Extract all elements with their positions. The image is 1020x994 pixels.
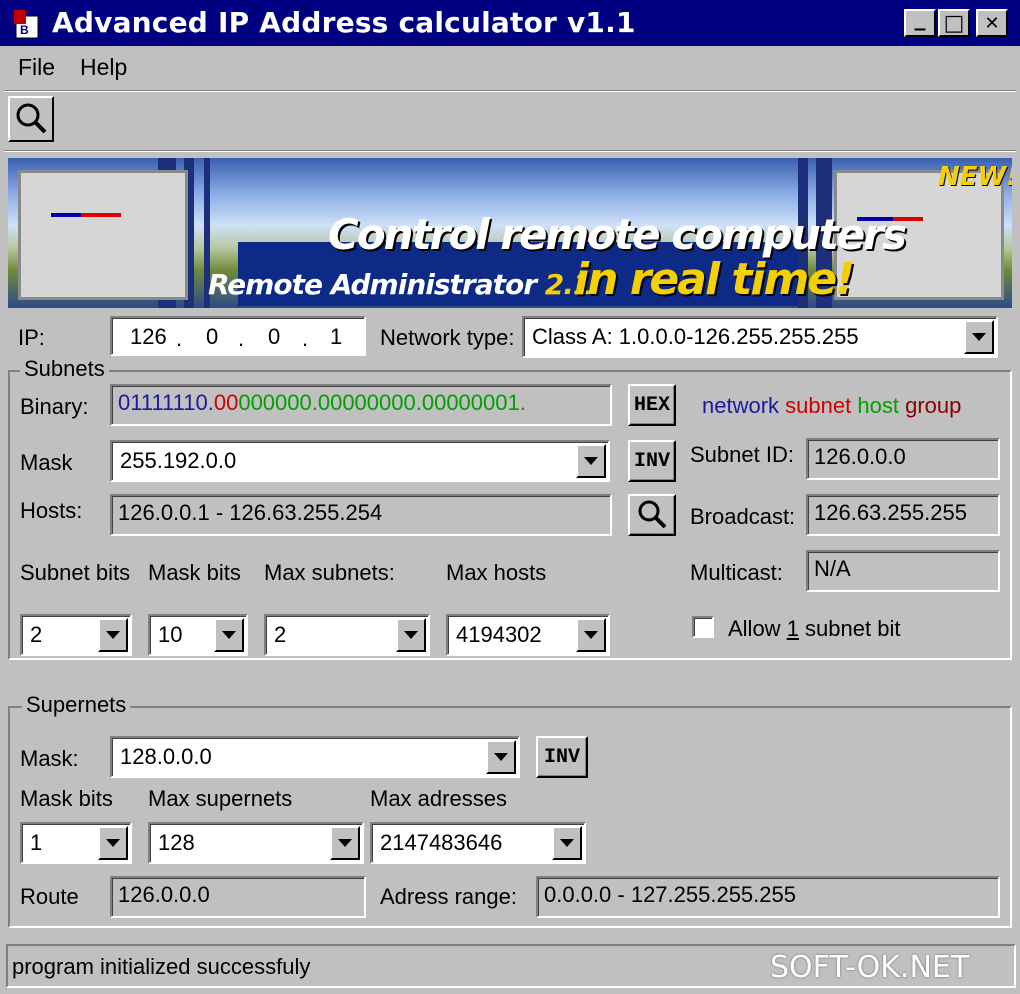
toolbar-separator bbox=[4, 150, 1016, 152]
magnifier-icon bbox=[16, 103, 47, 134]
toolbar-search-button[interactable] bbox=[8, 96, 54, 142]
chevron-down-icon[interactable] bbox=[576, 618, 606, 652]
max-subnets-label: Max subnets: bbox=[264, 560, 395, 585]
subnet-inv-button[interactable]: INV bbox=[628, 440, 676, 482]
allow-one-subnet-bit-checkbox[interactable] bbox=[692, 616, 714, 638]
ip-octet-2: 0 bbox=[206, 324, 219, 349]
menu-help[interactable]: Help bbox=[80, 54, 127, 81]
banner-new-badge: NEW! bbox=[938, 162, 1012, 192]
close-button[interactable]: ✕ bbox=[976, 9, 1008, 37]
subnet-mask-select[interactable]: 255.192.0.0 bbox=[110, 440, 610, 482]
max-addresses-select[interactable]: 2147483646 bbox=[370, 822, 586, 864]
title-bar: B Advanced IP Address calculator v1.1 _ … bbox=[0, 0, 1020, 46]
supernet-mask-select[interactable]: 128.0.0.0 bbox=[110, 736, 520, 778]
max-supernets-select[interactable]: 128 bbox=[148, 822, 364, 864]
menu-file[interactable]: File bbox=[18, 54, 55, 81]
broadcast-value: 126.63.255.255 bbox=[806, 494, 1000, 536]
subnet-id-value: 126.0.0.0 bbox=[806, 438, 1000, 480]
hosts-search-button[interactable] bbox=[628, 494, 676, 536]
address-range-label: Adress range: bbox=[380, 884, 517, 909]
max-addresses-label: Max adresses bbox=[370, 786, 507, 811]
banner-product: Remote Administrator 2.1 bbox=[208, 268, 592, 301]
ip-octet-1: 126 bbox=[130, 324, 167, 349]
chevron-down-icon[interactable] bbox=[330, 826, 360, 860]
subnet-bits-select[interactable]: 2 bbox=[20, 614, 132, 656]
subnet-mask-label: Mask bbox=[20, 450, 73, 475]
close-icon: ✕ bbox=[984, 12, 1000, 34]
supernets-title: Supernets bbox=[22, 692, 131, 718]
max-subnets-select[interactable]: 2 bbox=[264, 614, 430, 656]
chevron-down-icon[interactable] bbox=[214, 618, 244, 652]
menu-separator bbox=[4, 90, 1016, 92]
broadcast-label: Broadcast: bbox=[690, 504, 796, 529]
chevron-down-icon[interactable] bbox=[486, 740, 516, 774]
supernet-inv-button[interactable]: INV bbox=[536, 736, 588, 778]
ip-address-input[interactable]: 126 . 0 . 0 . 1 bbox=[110, 316, 366, 356]
banner-monitor-left bbox=[18, 170, 188, 300]
chevron-down-icon[interactable] bbox=[576, 444, 606, 478]
binary-label: Binary: bbox=[20, 394, 89, 419]
route-label: Route bbox=[20, 884, 79, 909]
hosts-label: Hosts: bbox=[20, 498, 83, 523]
chevron-down-icon[interactable] bbox=[396, 618, 426, 652]
mask-bits-select[interactable]: 10 bbox=[148, 614, 248, 656]
ip-label: IP: bbox=[18, 325, 45, 350]
supernet-mask-bits-select[interactable]: 1 bbox=[20, 822, 132, 864]
allow-one-subnet-bit-label[interactable]: Allow 1 subnet bit bbox=[728, 616, 900, 642]
menu-bar: File Help bbox=[0, 46, 1020, 90]
maximize-button[interactable]: □ bbox=[938, 9, 970, 37]
banner-tagline: in real time! bbox=[574, 254, 855, 305]
maximize-icon: □ bbox=[943, 10, 965, 36]
hosts-range-value: 126.0.0.1 - 126.63.255.254 bbox=[110, 494, 612, 536]
chevron-down-icon[interactable] bbox=[98, 826, 128, 860]
window-title: Advanced IP Address calculator v1.1 bbox=[52, 6, 636, 39]
chevron-down-icon[interactable] bbox=[98, 618, 128, 652]
chevron-down-icon[interactable] bbox=[964, 320, 994, 354]
mask-bits-label: Mask bits bbox=[148, 560, 241, 585]
minimize-icon: _ bbox=[914, 5, 926, 31]
ip-octet-3: 0 bbox=[268, 324, 281, 349]
binary-value: 01111110.00000000.00000000.00000001. bbox=[110, 384, 612, 426]
route-value: 126.0.0.0 bbox=[110, 876, 366, 918]
network-type-label: Network type: bbox=[380, 325, 515, 350]
subnet-bits-label: Subnet bits bbox=[20, 560, 131, 585]
address-range-value: 0.0.0.0 - 127.255.255.255 bbox=[536, 876, 1000, 918]
network-type-select[interactable]: Class A: 1.0.0.0-126.255.255.255 bbox=[522, 316, 998, 358]
max-supernets-label: Max supernets bbox=[148, 786, 293, 811]
magnifier-icon bbox=[638, 500, 667, 529]
subnet-id-label: Subnet ID: bbox=[690, 442, 794, 467]
supernet-mask-bits-label: Mask bits bbox=[20, 786, 113, 811]
bit-legend: network subnet host group bbox=[702, 393, 962, 418]
multicast-label: Multicast: bbox=[690, 560, 783, 585]
max-hosts-label: Max hosts bbox=[446, 560, 547, 585]
chevron-down-icon[interactable] bbox=[552, 826, 582, 860]
app-icon: B bbox=[14, 10, 39, 39]
hex-button[interactable]: HEX bbox=[628, 384, 676, 426]
subnets-title: Subnets bbox=[20, 356, 109, 382]
status-message: program initialized successfuly bbox=[12, 954, 311, 979]
watermark: SOFT-OK.NET bbox=[770, 950, 970, 985]
minimize-button[interactable]: _ bbox=[904, 5, 936, 37]
max-hosts-select[interactable]: 4194302 bbox=[446, 614, 610, 656]
banner-headline: Control remote computers bbox=[328, 210, 907, 259]
supernet-mask-label: Mask: bbox=[20, 746, 79, 771]
advertisement-banner[interactable]: Control remote computers Remote Administ… bbox=[8, 158, 1012, 308]
svg-text:B: B bbox=[20, 23, 29, 37]
ip-octet-4: 1 bbox=[330, 324, 343, 349]
multicast-value: N/A bbox=[806, 550, 1000, 592]
